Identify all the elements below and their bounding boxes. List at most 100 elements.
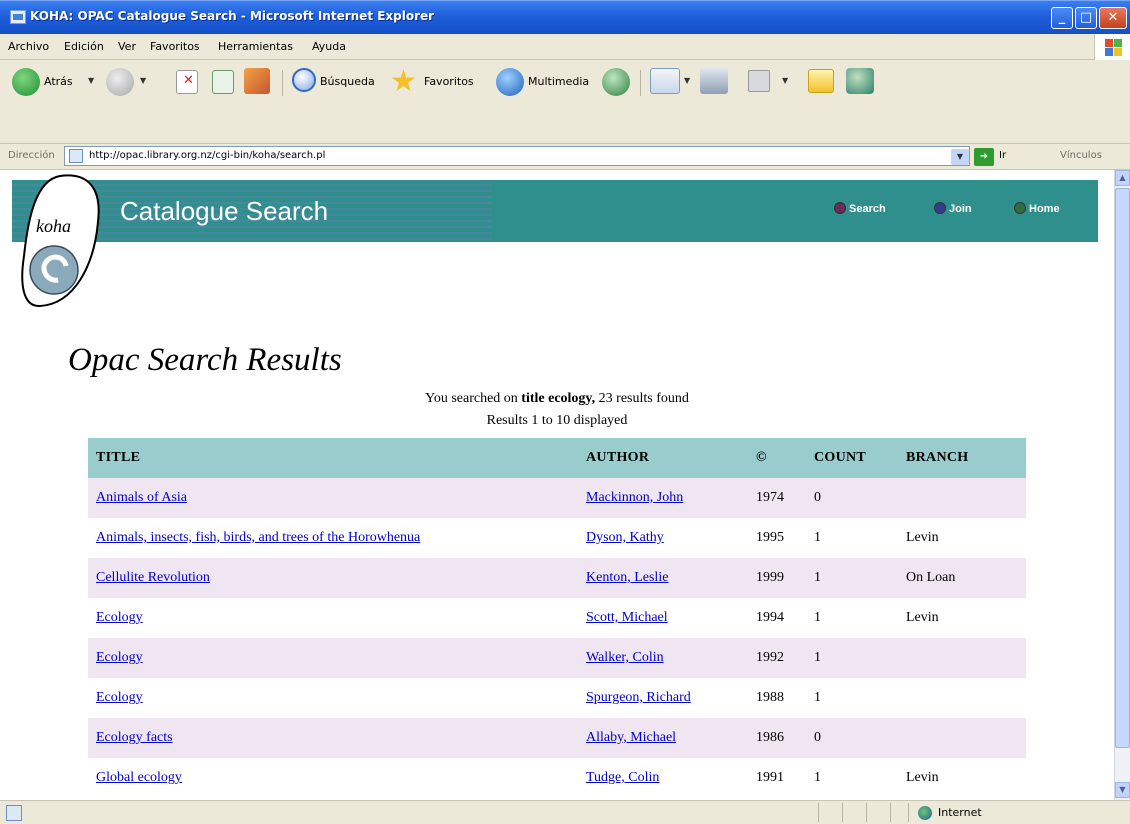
page-title: Opac Search Results — [68, 342, 342, 378]
mail-icon[interactable] — [650, 68, 680, 94]
media-icon[interactable] — [496, 68, 524, 96]
standard-toolbar: Atrás ▼ ▼ ✕ Búsqueda ★ Favoritos Multime… — [0, 60, 1130, 144]
mail-dropdown-icon[interactable]: ▼ — [684, 76, 690, 85]
edit-dropdown-icon[interactable]: ▼ — [782, 76, 788, 85]
status-divider — [890, 803, 891, 822]
result-title-link[interactable]: Animals of Asia — [96, 490, 187, 505]
search-button-label[interactable]: Búsqueda — [320, 75, 375, 88]
result-count: 1 — [814, 770, 821, 785]
back-arrow-icon[interactable] — [12, 68, 40, 96]
menu-favorites[interactable]: Favoritos — [150, 40, 200, 53]
nav-join-label[interactable]: Join — [949, 203, 972, 215]
favorites-button-label[interactable]: Favoritos — [424, 75, 474, 88]
go-arrow-icon[interactable]: ➜ — [974, 148, 994, 166]
discuss-icon[interactable] — [808, 69, 834, 93]
windows-logo-icon — [1094, 34, 1130, 60]
internet-zone-icon — [918, 806, 932, 820]
status-divider — [818, 803, 819, 822]
toolbar-separator — [640, 70, 641, 96]
links-label[interactable]: Vínculos — [1060, 150, 1102, 161]
result-branch: Levin — [906, 530, 939, 545]
print-icon[interactable] — [700, 68, 728, 94]
nav-home-label[interactable]: Home — [1029, 203, 1060, 215]
maximize-button[interactable]: □ — [1075, 7, 1097, 29]
media-button-label[interactable]: Multimedia — [528, 75, 589, 88]
security-zone-label: Internet — [938, 806, 982, 819]
address-input[interactable]: http://opac.library.org.nz/cgi-bin/koha/… — [64, 146, 970, 166]
result-author-link[interactable]: Allaby, Michael — [586, 730, 676, 745]
table-row: Ecology Spurgeon, Richard 1988 1 — [88, 678, 1026, 718]
result-title-link[interactable]: Cellulite Revolution — [96, 570, 210, 585]
result-title-link[interactable]: Animals, insects, fish, birds, and trees… — [96, 530, 420, 545]
menu-file[interactable]: Archivo — [8, 40, 49, 53]
back-dropdown-icon[interactable]: ▼ — [88, 76, 94, 85]
koha-logo: koha — [21, 174, 100, 308]
scroll-thumb[interactable] — [1115, 188, 1130, 748]
status-bar: Internet — [0, 800, 1130, 824]
results-header-row: TITLE AUTHOR © COUNT BRANCH — [88, 438, 1026, 478]
result-author-link[interactable]: Spurgeon, Richard — [586, 690, 691, 705]
menu-view[interactable]: Ver — [118, 40, 136, 53]
result-author-link[interactable]: Dyson, Kathy — [586, 530, 664, 545]
table-row: Cellulite Revolution Kenton, Leslie 1999… — [88, 558, 1026, 598]
result-branch — [898, 718, 1026, 758]
table-row: Global ecology Tudge, Colin 1991 1 Levin — [88, 758, 1026, 798]
result-title-link[interactable]: Global ecology — [96, 770, 182, 785]
result-year: 1974 — [748, 478, 806, 518]
vertical-scrollbar[interactable]: ▲ ▼ — [1114, 170, 1130, 800]
minimize-button[interactable]: _ — [1051, 7, 1073, 29]
join-bullet-icon — [934, 202, 946, 214]
go-button-label[interactable]: Ir — [999, 150, 1006, 161]
forward-arrow-icon[interactable] — [106, 68, 134, 96]
window-title: KOHA: OPAC Catalogue Search - Microsoft … — [30, 9, 435, 23]
result-author-link[interactable]: Walker, Colin — [586, 650, 664, 665]
address-url[interactable]: http://opac.library.org.nz/cgi-bin/koha/… — [89, 150, 325, 161]
result-author-link[interactable]: Kenton, Leslie — [586, 570, 668, 585]
result-year: 1994 — [756, 610, 784, 625]
favorites-star-icon[interactable]: ★ — [390, 67, 418, 97]
address-label: Dirección — [8, 150, 55, 161]
close-button[interactable]: ✕ — [1099, 7, 1127, 29]
result-count: 1 — [814, 610, 821, 625]
back-button-label[interactable]: Atrás — [44, 75, 73, 88]
koha-logo-text: koha — [36, 216, 71, 236]
scroll-down-icon[interactable]: ▼ — [1115, 782, 1130, 798]
history-icon[interactable] — [602, 68, 630, 96]
result-year: 1999 — [748, 558, 806, 598]
nav-home[interactable]: Home — [1014, 202, 1060, 215]
result-count: 0 — [806, 478, 898, 518]
edit-icon[interactable] — [748, 70, 770, 92]
result-title-link[interactable]: Ecology — [96, 690, 143, 705]
nav-search-label[interactable]: Search — [849, 203, 886, 215]
result-title-link[interactable]: Ecology — [96, 610, 143, 625]
stop-x-icon: ✕ — [183, 73, 194, 88]
forward-dropdown-icon[interactable]: ▼ — [140, 76, 146, 85]
result-title-link[interactable]: Ecology — [96, 650, 143, 665]
result-branch: On Loan — [898, 558, 1026, 598]
nav-join[interactable]: Join — [934, 202, 972, 215]
result-author-link[interactable]: Scott, Michael — [586, 610, 668, 625]
page-icon — [69, 149, 83, 163]
messenger-icon[interactable] — [846, 68, 874, 94]
nav-search[interactable]: Search — [834, 202, 886, 215]
result-year: 1992 — [748, 638, 806, 678]
column-count: COUNT — [806, 438, 898, 478]
address-dropdown-icon[interactable]: ▼ — [951, 149, 969, 165]
scroll-up-icon[interactable]: ▲ — [1115, 170, 1130, 186]
result-branch — [898, 638, 1026, 678]
menu-help[interactable]: Ayuda — [312, 40, 346, 53]
refresh-icon[interactable] — [212, 70, 234, 94]
table-row: Animals of Asia Mackinnon, John 1974 0 — [88, 478, 1026, 518]
result-author-link[interactable]: Mackinnon, John — [586, 490, 683, 505]
ie-window-icon[interactable] — [10, 10, 26, 24]
menu-edit[interactable]: Edición — [64, 40, 104, 53]
result-author-link[interactable]: Tudge, Colin — [586, 770, 659, 785]
result-branch: Levin — [906, 610, 939, 625]
home-icon[interactable] — [244, 68, 270, 94]
menu-tools[interactable]: Herramientas — [218, 40, 293, 53]
search-icon[interactable] — [292, 68, 316, 92]
result-year: 1995 — [756, 530, 784, 545]
result-title-link[interactable]: Ecology facts — [96, 730, 173, 745]
status-divider — [842, 803, 843, 822]
results-range: Results 1 to 10 displayed — [486, 413, 628, 428]
